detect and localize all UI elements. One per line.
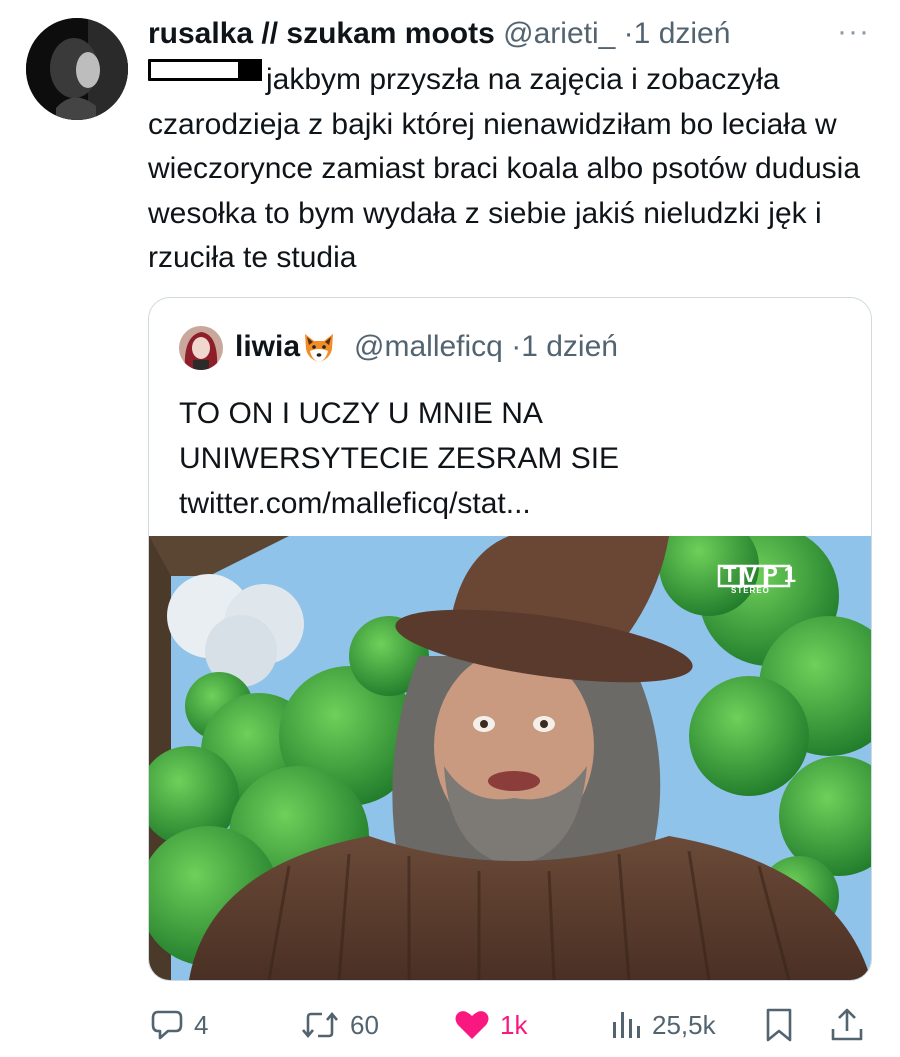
quote-display-name[interactable]: liwia <box>235 330 300 363</box>
display-name[interactable]: rusalka // szukam moots <box>148 17 495 50</box>
views-button[interactable]: 25,5k <box>610 1000 716 1050</box>
avatar[interactable] <box>26 18 128 120</box>
tweet-header: rusalka // szukam moots @arieti_ ·1 dzie… <box>148 14 730 58</box>
quote-link[interactable]: twitter.com/malleficq/stat... <box>179 481 839 526</box>
separator-dot: · <box>511 330 522 363</box>
bookmark-button[interactable] <box>764 1000 794 1050</box>
quote-avatar[interactable] <box>179 326 223 371</box>
reply-icon <box>150 1008 184 1042</box>
heart-icon <box>454 1008 490 1042</box>
share-button[interactable] <box>830 1000 864 1050</box>
quote-handle[interactable]: @malleficq <box>354 330 503 363</box>
quote-header: liwia @malleficq ·1 dzień <box>179 322 618 372</box>
reply-count: 4 <box>194 1009 209 1040</box>
separator-dot: · <box>623 17 634 50</box>
tweet-time[interactable]: 1 dzień <box>634 17 731 50</box>
retweet-button[interactable]: 60 <box>300 1000 379 1050</box>
user-handle[interactable]: @arieti_ <box>503 17 615 50</box>
like-button[interactable]: 1k <box>454 1000 527 1050</box>
tweet-text: jakbym przyszła na zajęcia i zobaczyła c… <box>148 58 868 281</box>
fox-icon <box>302 331 336 365</box>
tweet-body: jakbym przyszła na zajęcia i zobaczyła c… <box>148 63 861 274</box>
redacted-mention <box>148 59 262 81</box>
quote-text-line: UNIWERSYTECIE ZESRAM SIE <box>179 442 620 475</box>
retweet-count: 60 <box>350 1009 379 1040</box>
views-count: 25,5k <box>652 1009 716 1040</box>
share-icon <box>830 1007 864 1043</box>
bookmark-icon <box>764 1007 794 1043</box>
action-bar: 4 60 1k 25,5k <box>0 1000 900 1050</box>
more-options-button[interactable]: ··· <box>837 14 870 50</box>
tvp-watermark: TVP1 STEREO <box>723 562 803 595</box>
quote-text-line: TO ON I UCZY U MNIE NA <box>179 397 543 430</box>
quote-time[interactable]: 1 dzień <box>521 330 618 363</box>
like-count: 1k <box>500 1009 528 1040</box>
retweet-icon <box>300 1008 340 1042</box>
quote-media-image[interactable]: TVP1 STEREO <box>149 516 871 980</box>
views-icon <box>610 1008 642 1042</box>
quoted-tweet[interactable]: liwia @malleficq ·1 dzień TO ON I UCZY U… <box>148 297 872 981</box>
reply-button[interactable]: 4 <box>150 1000 208 1050</box>
quote-text: TO ON I UCZY U MNIE NA UNIWERSYTECIE ZES… <box>179 391 839 526</box>
